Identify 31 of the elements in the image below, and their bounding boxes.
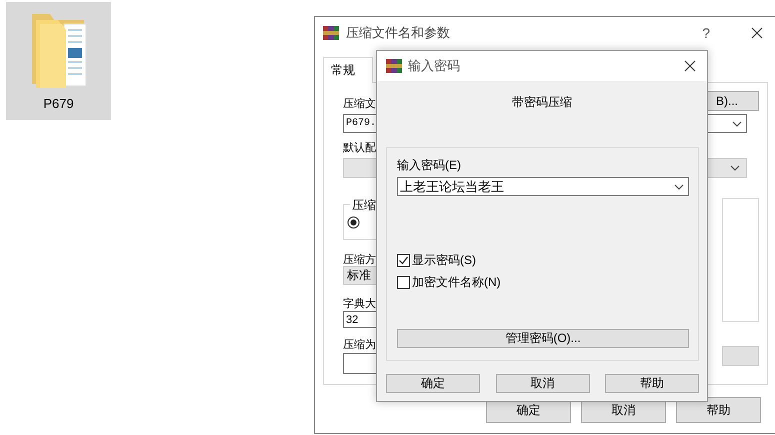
field-label: 输入密码(E) [397,157,461,174]
field-label: 默认配 [343,141,376,154]
checkbox[interactable] [397,254,410,267]
chevron-icon [732,120,742,126]
folder-label[interactable]: P679 [43,96,74,111]
field-label: 压缩为 [343,338,376,351]
books-icon [323,24,339,40]
desktop-item[interactable]: P679 [6,2,111,120]
manage-passwords-button[interactable]: 管理密码(O)... [397,329,689,348]
dialog-title: 输入密码 [408,57,461,75]
password-combobox[interactable]: 上老王论坛当老王 [397,177,689,196]
field-label: 字典大 [343,296,376,310]
dialog-button[interactable]: 帮助 [605,374,699,393]
dialog-button[interactable]: 帮助 [676,397,761,423]
close-icon[interactable] [684,60,696,72]
field-label: 压缩方 [343,252,376,266]
tab[interactable]: 常规 [323,57,373,83]
radio-button[interactable] [347,216,360,229]
dialog-button[interactable]: 取消 [496,374,590,393]
dialog-button[interactable]: 确定 [386,374,480,393]
window-title: 压缩文件名和参数 [346,24,451,42]
chevron-icon [730,165,740,171]
help-button[interactable]: ? [702,24,710,40]
checkbox-label[interactable]: 显示密码(S) [412,252,476,269]
chevron-icon [674,184,684,190]
books-icon [386,58,402,74]
checkbox-label[interactable]: 加密文件名称(N) [412,274,501,291]
checkbox[interactable] [397,276,410,289]
dialog-heading: 带密码压缩 [511,94,573,111]
field-label: 压缩文 [343,96,376,111]
close-icon[interactable] [751,26,763,38]
